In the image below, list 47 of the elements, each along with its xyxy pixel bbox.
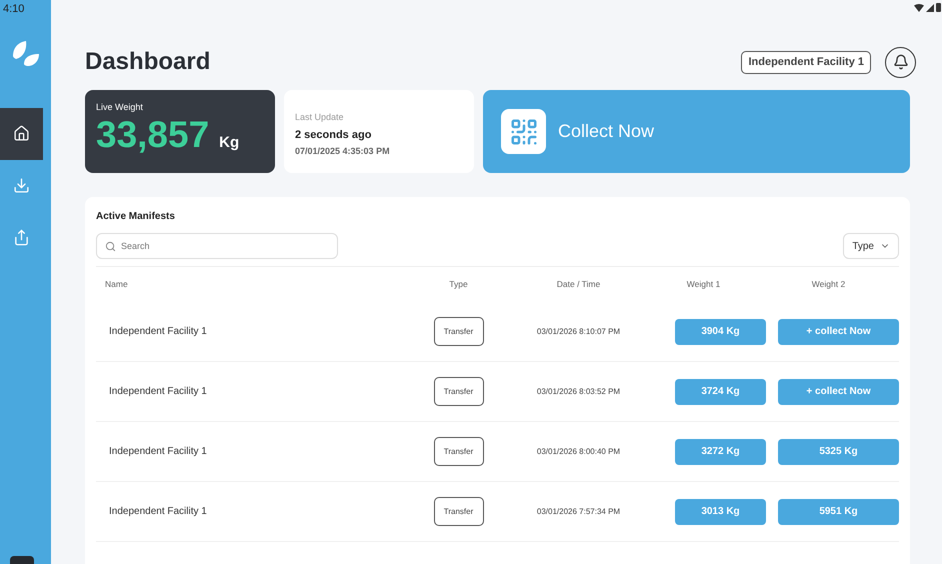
- home-icon: [13, 125, 30, 142]
- page-title: Dashboard: [85, 47, 210, 77]
- last-update-label: Last Update: [295, 111, 345, 124]
- notification-button[interactable]: [885, 46, 916, 78]
- column-header: Date / Time: [556, 278, 602, 291]
- weight-1-button[interactable]: 3904 Kg: [675, 318, 766, 344]
- weight-2-button[interactable]: 5951 Kg: [778, 498, 899, 524]
- type-filter-dropdown[interactable]: Type: [843, 233, 899, 259]
- type-tag: Transfer: [434, 317, 484, 346]
- datetime-cell-text: 03/01/2026 8:00:40 PM: [536, 446, 622, 458]
- search-icon: [105, 240, 116, 252]
- live-weight-label: Live Weight: [96, 101, 144, 114]
- datetime-cell-text: 03/01/2026 8:03:52 PM: [536, 386, 622, 398]
- upload-icon: [13, 229, 30, 246]
- sidebar-nav-item[interactable]: [0, 108, 43, 160]
- last-update-relative: 2 seconds ago: [295, 128, 372, 142]
- facility-name-cell-text: Independent Facility 1: [108, 385, 208, 399]
- weight-1-button[interactable]: 3013 Kg: [675, 498, 766, 524]
- weight-1-button[interactable]: 3272 Kg: [675, 438, 766, 464]
- status-icons: [914, 3, 941, 12]
- type-tag: Transfer: [434, 497, 484, 526]
- weight-2-button[interactable]: + collect Now: [778, 378, 899, 404]
- type-tag: Transfer: [434, 437, 484, 466]
- last-update-timestamp: 07/01/2025 4:35:03 PM: [295, 145, 391, 158]
- facility-name-cell-text: Independent Facility 1: [108, 505, 208, 519]
- manifests-title: Active Manifests: [96, 210, 176, 224]
- type-tag: Transfer: [434, 377, 484, 406]
- live-weight-unit: Kg: [219, 132, 240, 152]
- column-header: Weight 1: [686, 278, 722, 291]
- download-icon: [13, 177, 30, 194]
- collect-now-button[interactable]: Collect Now: [483, 90, 910, 173]
- weight-2-button[interactable]: + collect Now: [778, 318, 899, 344]
- facility-name-cell-text: Independent Facility 1: [108, 445, 208, 459]
- status-time: 4:10: [2, 2, 24, 17]
- column-header: Weight 2: [810, 278, 846, 291]
- weight-2-button[interactable]: 5325 Kg: [778, 438, 899, 464]
- live-weight-value: 33,857: [96, 112, 210, 156]
- column-header: Type: [448, 278, 469, 291]
- column-header: Name: [104, 278, 129, 291]
- facility-selector[interactable]: Independent Facility 1: [741, 50, 871, 74]
- datetime-cell-text: 03/01/2026 8:10:07 PM: [536, 326, 622, 338]
- facility-name-cell-text: Independent Facility 1: [108, 325, 208, 339]
- qr-code-icon: [501, 109, 546, 154]
- weight-1-button[interactable]: 3724 Kg: [675, 378, 766, 404]
- bell-icon: [892, 54, 908, 70]
- datetime-cell-text: 03/01/2026 7:57:34 PM: [536, 506, 622, 518]
- search-field[interactable]: Search: [96, 233, 338, 259]
